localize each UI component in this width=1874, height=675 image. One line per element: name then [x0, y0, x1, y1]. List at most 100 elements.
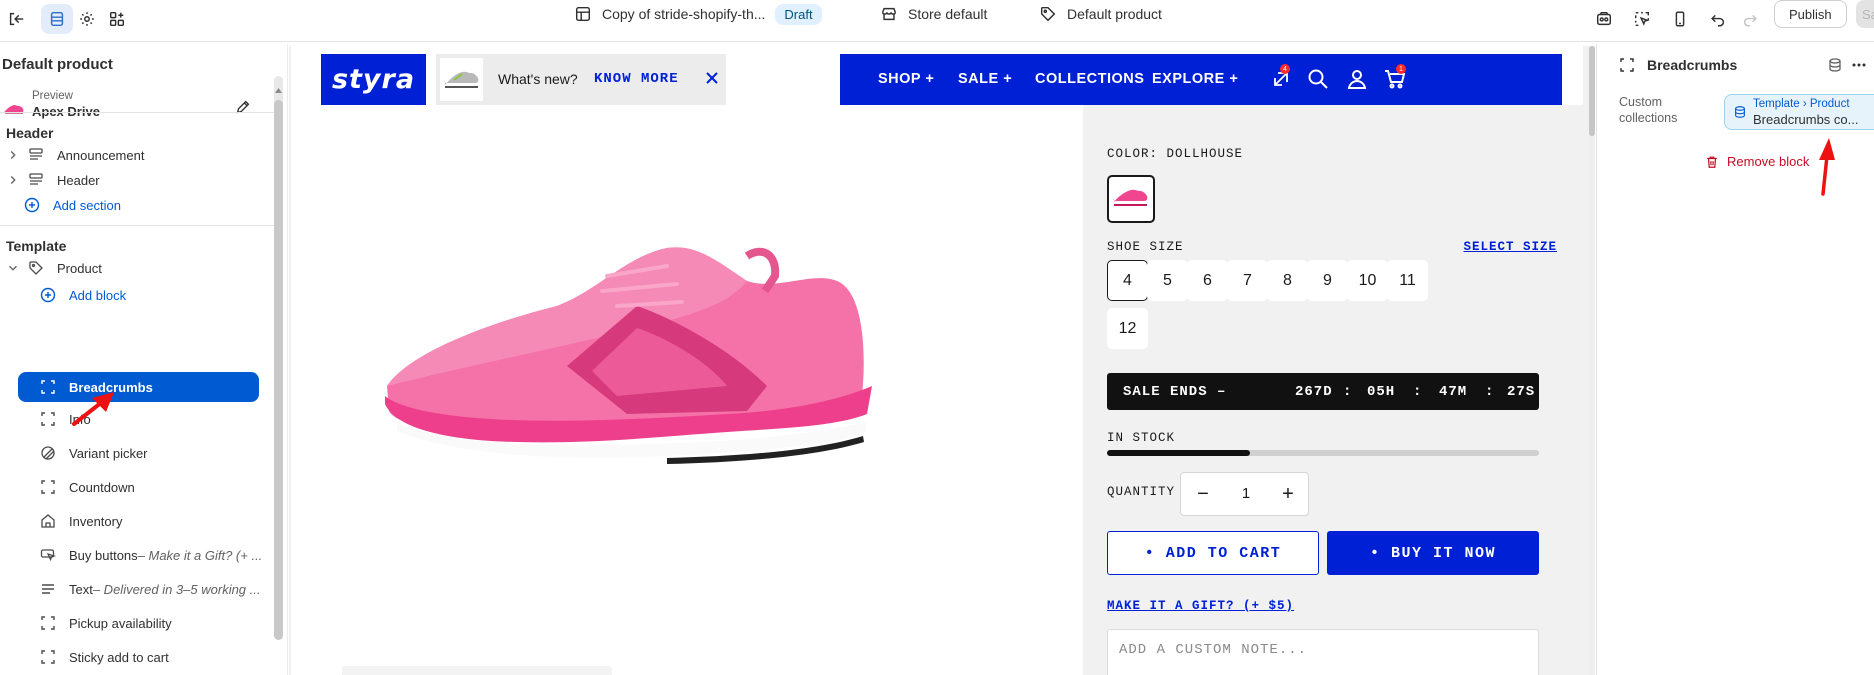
block-sticky-add-to-cart[interactable]: Sticky add to cart [40, 644, 268, 670]
plus-icon[interactable]: + [1278, 483, 1298, 505]
chevron-down-icon[interactable] [6, 261, 20, 275]
canvas-scrollbar-thumb[interactable] [1589, 46, 1595, 136]
remove-block-button[interactable]: Remove block [1705, 154, 1809, 169]
sections-view-icon[interactable] [41, 4, 73, 34]
left-sidebar: Default product Preview Apex Drive Heade… [0, 44, 288, 675]
nav-shop[interactable]: SHOP + [878, 71, 934, 87]
add-to-cart-button[interactable]: • ADD TO CART [1107, 531, 1319, 575]
block-buy-buttons[interactable]: Buy buttons – Make it a Gift? (+ ... [40, 542, 270, 568]
more-options-icon[interactable] [1851, 57, 1867, 73]
scroll-up-arrow-icon[interactable] [274, 86, 283, 94]
chevron-right-icon[interactable] [6, 173, 20, 187]
product-image[interactable] [367, 236, 877, 486]
canvas-scrollbar-track[interactable] [1589, 46, 1595, 675]
database-icon [1735, 106, 1745, 118]
header-group-title: Header [6, 125, 54, 141]
tree-item-label: Product [57, 260, 102, 276]
quantity-label: QUANTITY [1107, 485, 1176, 499]
quantity-value[interactable]: 1 [1236, 485, 1256, 502]
shoe-size-label: SHOE SIZE [1107, 240, 1184, 254]
divider [0, 112, 276, 113]
block-inventory[interactable]: Inventory [40, 508, 268, 534]
trash-icon [1707, 156, 1717, 168]
compare-count-badge: 4 [1280, 64, 1290, 74]
store-icon [881, 7, 897, 21]
block-label: Sticky add to cart [69, 649, 169, 665]
size-option[interactable]: 7 [1227, 260, 1268, 301]
cart-count-badge: 1 [1396, 64, 1406, 74]
countdown-separator: : [1413, 384, 1423, 400]
minus-icon[interactable]: − [1193, 483, 1213, 505]
make-it-a-gift-link[interactable]: MAKE IT A GIFT? (+ $5) [1107, 599, 1294, 613]
chevron-right-icon[interactable] [6, 148, 20, 162]
countdown-seconds: 27S [1507, 384, 1536, 400]
block-variant-picker[interactable]: Variant picker [40, 440, 268, 466]
mobile-preview-icon[interactable] [1664, 4, 1696, 34]
tag-icon [1040, 6, 1056, 22]
theme-settings-gear-icon[interactable] [71, 4, 103, 34]
block-countdown[interactable]: Countdown [40, 474, 268, 500]
main-navigation: SHOP + SALE + COLLECTIONS EXPLORE + 4 1 [840, 54, 1562, 105]
draft-badge: Draft [775, 3, 822, 25]
countdown-days: 267D [1295, 384, 1333, 400]
search-icon[interactable] [1306, 67, 1330, 91]
add-block-button[interactable]: Add block [40, 282, 268, 308]
size-option[interactable]: 9 [1307, 260, 1348, 301]
editor-topbar: Copy of stride-shopify-th... Draft Store… [0, 0, 1874, 42]
block-label: Variant picker [69, 445, 148, 461]
dynamic-source-icon[interactable] [1827, 57, 1843, 73]
size-option[interactable]: 10 [1347, 260, 1388, 301]
block-breadcrumbs[interactable]: Breadcrumbs [18, 372, 259, 402]
know-more-link[interactable]: KNOW MORE [594, 71, 679, 87]
edit-pencil-icon[interactable] [234, 98, 254, 118]
template-selector[interactable]: Default product [1039, 0, 1162, 28]
close-icon[interactable] [704, 70, 720, 86]
custom-note-textarea[interactable]: ADD A CUSTOM NOTE... [1107, 629, 1539, 675]
app-embeds-icon[interactable] [101, 4, 133, 34]
color-swatch-dollhouse[interactable] [1107, 175, 1155, 223]
tree-item-announcement[interactable]: Announcement [6, 142, 268, 168]
dashed-square-icon [1620, 58, 1634, 72]
store-context-selector[interactable]: Store default [880, 0, 987, 28]
preview-product-thumbnail [3, 98, 25, 120]
size-option[interactable]: 4 [1107, 260, 1148, 301]
theme-selector[interactable]: Copy of stride-shopify-th... Draft [574, 0, 822, 28]
buy-it-now-button[interactable]: • BUY IT NOW [1327, 531, 1539, 575]
size-option[interactable]: 11 [1387, 260, 1428, 301]
size-option[interactable]: 8 [1267, 260, 1308, 301]
size-option[interactable]: 6 [1187, 260, 1228, 301]
undo-icon[interactable] [1702, 4, 1734, 34]
add-section-button[interactable]: Add section [24, 192, 268, 218]
nav-explore[interactable]: EXPLORE + [1152, 71, 1238, 87]
tree-item-header[interactable]: Header [6, 167, 268, 193]
inspector-icon[interactable] [1588, 4, 1620, 34]
block-text[interactable]: Text – Delivered in 3–5 working ... [40, 576, 270, 602]
size-option[interactable]: 12 [1107, 308, 1148, 349]
publish-button[interactable]: Publish [1774, 0, 1847, 28]
tree-item-product[interactable]: Product [6, 255, 268, 281]
dashed-square-icon [40, 379, 56, 395]
section-icon [28, 147, 44, 163]
gallery-thumbnail-strip[interactable] [342, 666, 612, 675]
nav-sale[interactable]: SALE + [958, 71, 1012, 87]
store-logo[interactable]: styra [321, 54, 426, 105]
save-button[interactable]: Save [1856, 0, 1874, 28]
select-element-icon[interactable] [1626, 4, 1658, 34]
sale-countdown: SALE ENDS – 267D : 05H : 47M : 27S [1107, 373, 1539, 410]
dynamic-source-pill[interactable]: Template › Product Breadcrumbs co... [1724, 94, 1874, 130]
quantity-stepper[interactable]: − 1 + [1180, 472, 1309, 516]
block-settings-title: Breadcrumbs [1647, 57, 1738, 73]
redo-icon[interactable] [1734, 4, 1766, 34]
page-title: Default product [2, 56, 113, 73]
select-size-link[interactable]: SELECT SIZE [1463, 240, 1557, 254]
size-option[interactable]: 5 [1147, 260, 1188, 301]
tree-item-label: Announcement [57, 147, 145, 163]
store-context-label: Store default [908, 6, 988, 22]
sidebar-scrollbar-thumb[interactable] [274, 100, 283, 640]
block-label: Buy buttons [69, 547, 138, 563]
exit-icon[interactable] [0, 4, 32, 34]
block-pickup-availability[interactable]: Pickup availability [40, 610, 268, 636]
nav-collections[interactable]: COLLECTIONS [1035, 71, 1144, 87]
custom-note-placeholder: ADD A CUSTOM NOTE... [1119, 642, 1308, 658]
account-icon[interactable] [1345, 67, 1369, 91]
